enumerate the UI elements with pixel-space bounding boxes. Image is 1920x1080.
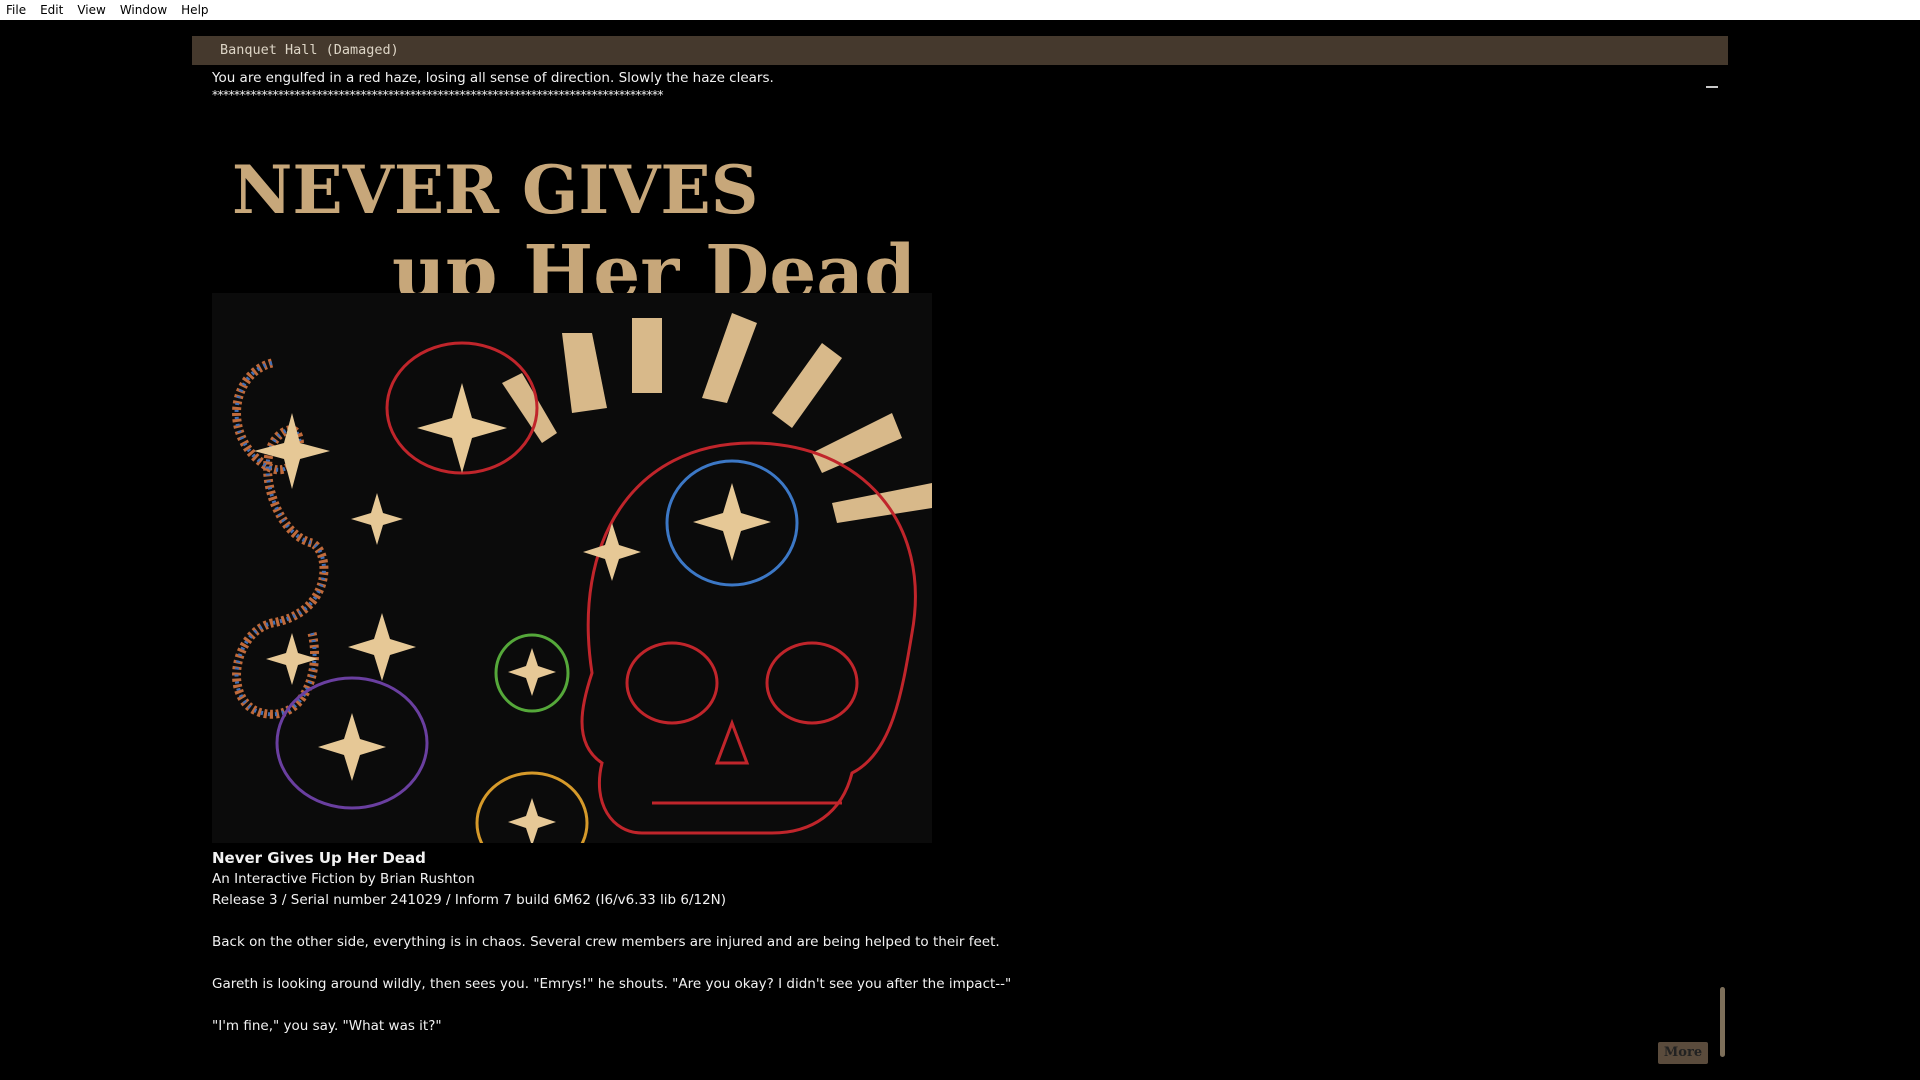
game-title: Never Gives Up Her Dead xyxy=(212,849,426,867)
story-text-haze: You are engulfed in a red haze, losing a… xyxy=(212,70,774,86)
cover-art: NEVER GIVES up Her Dead xyxy=(212,113,932,875)
status-bar: Banquet Hall (Damaged) xyxy=(192,36,1728,65)
story-paragraph: "I'm fine," you say. "What was it?" xyxy=(212,1018,442,1034)
menu-view[interactable]: View xyxy=(70,0,112,20)
minimize-icon[interactable] xyxy=(1706,86,1718,88)
menu-file[interactable]: File xyxy=(0,0,33,20)
story-paragraph: Back on the other side, everything is in… xyxy=(212,934,1000,950)
game-byline: An Interactive Fiction by Brian Rushton xyxy=(212,871,475,887)
separator-line: ****************************************… xyxy=(212,88,664,102)
menu-help[interactable]: Help xyxy=(174,0,215,20)
game-release-info: Release 3 / Serial number 241029 / Infor… xyxy=(212,892,727,908)
location-name: Banquet Hall (Damaged) xyxy=(220,42,399,58)
cover-title-line1: NEVER GIVES xyxy=(232,151,758,229)
story-paragraph: Gareth is looking around wildly, then se… xyxy=(212,976,1012,992)
cover-art-illustration: NEVER GIVES up Her Dead xyxy=(212,113,932,875)
scrollbar-thumb[interactable] xyxy=(1720,987,1725,1057)
menu-edit[interactable]: Edit xyxy=(33,0,70,20)
menu-window[interactable]: Window xyxy=(113,0,174,20)
story-window[interactable]: You are engulfed in a red haze, losing a… xyxy=(212,68,1702,1068)
menu-bar: File Edit View Window Help xyxy=(0,0,1920,20)
more-button[interactable]: More xyxy=(1658,1042,1708,1064)
